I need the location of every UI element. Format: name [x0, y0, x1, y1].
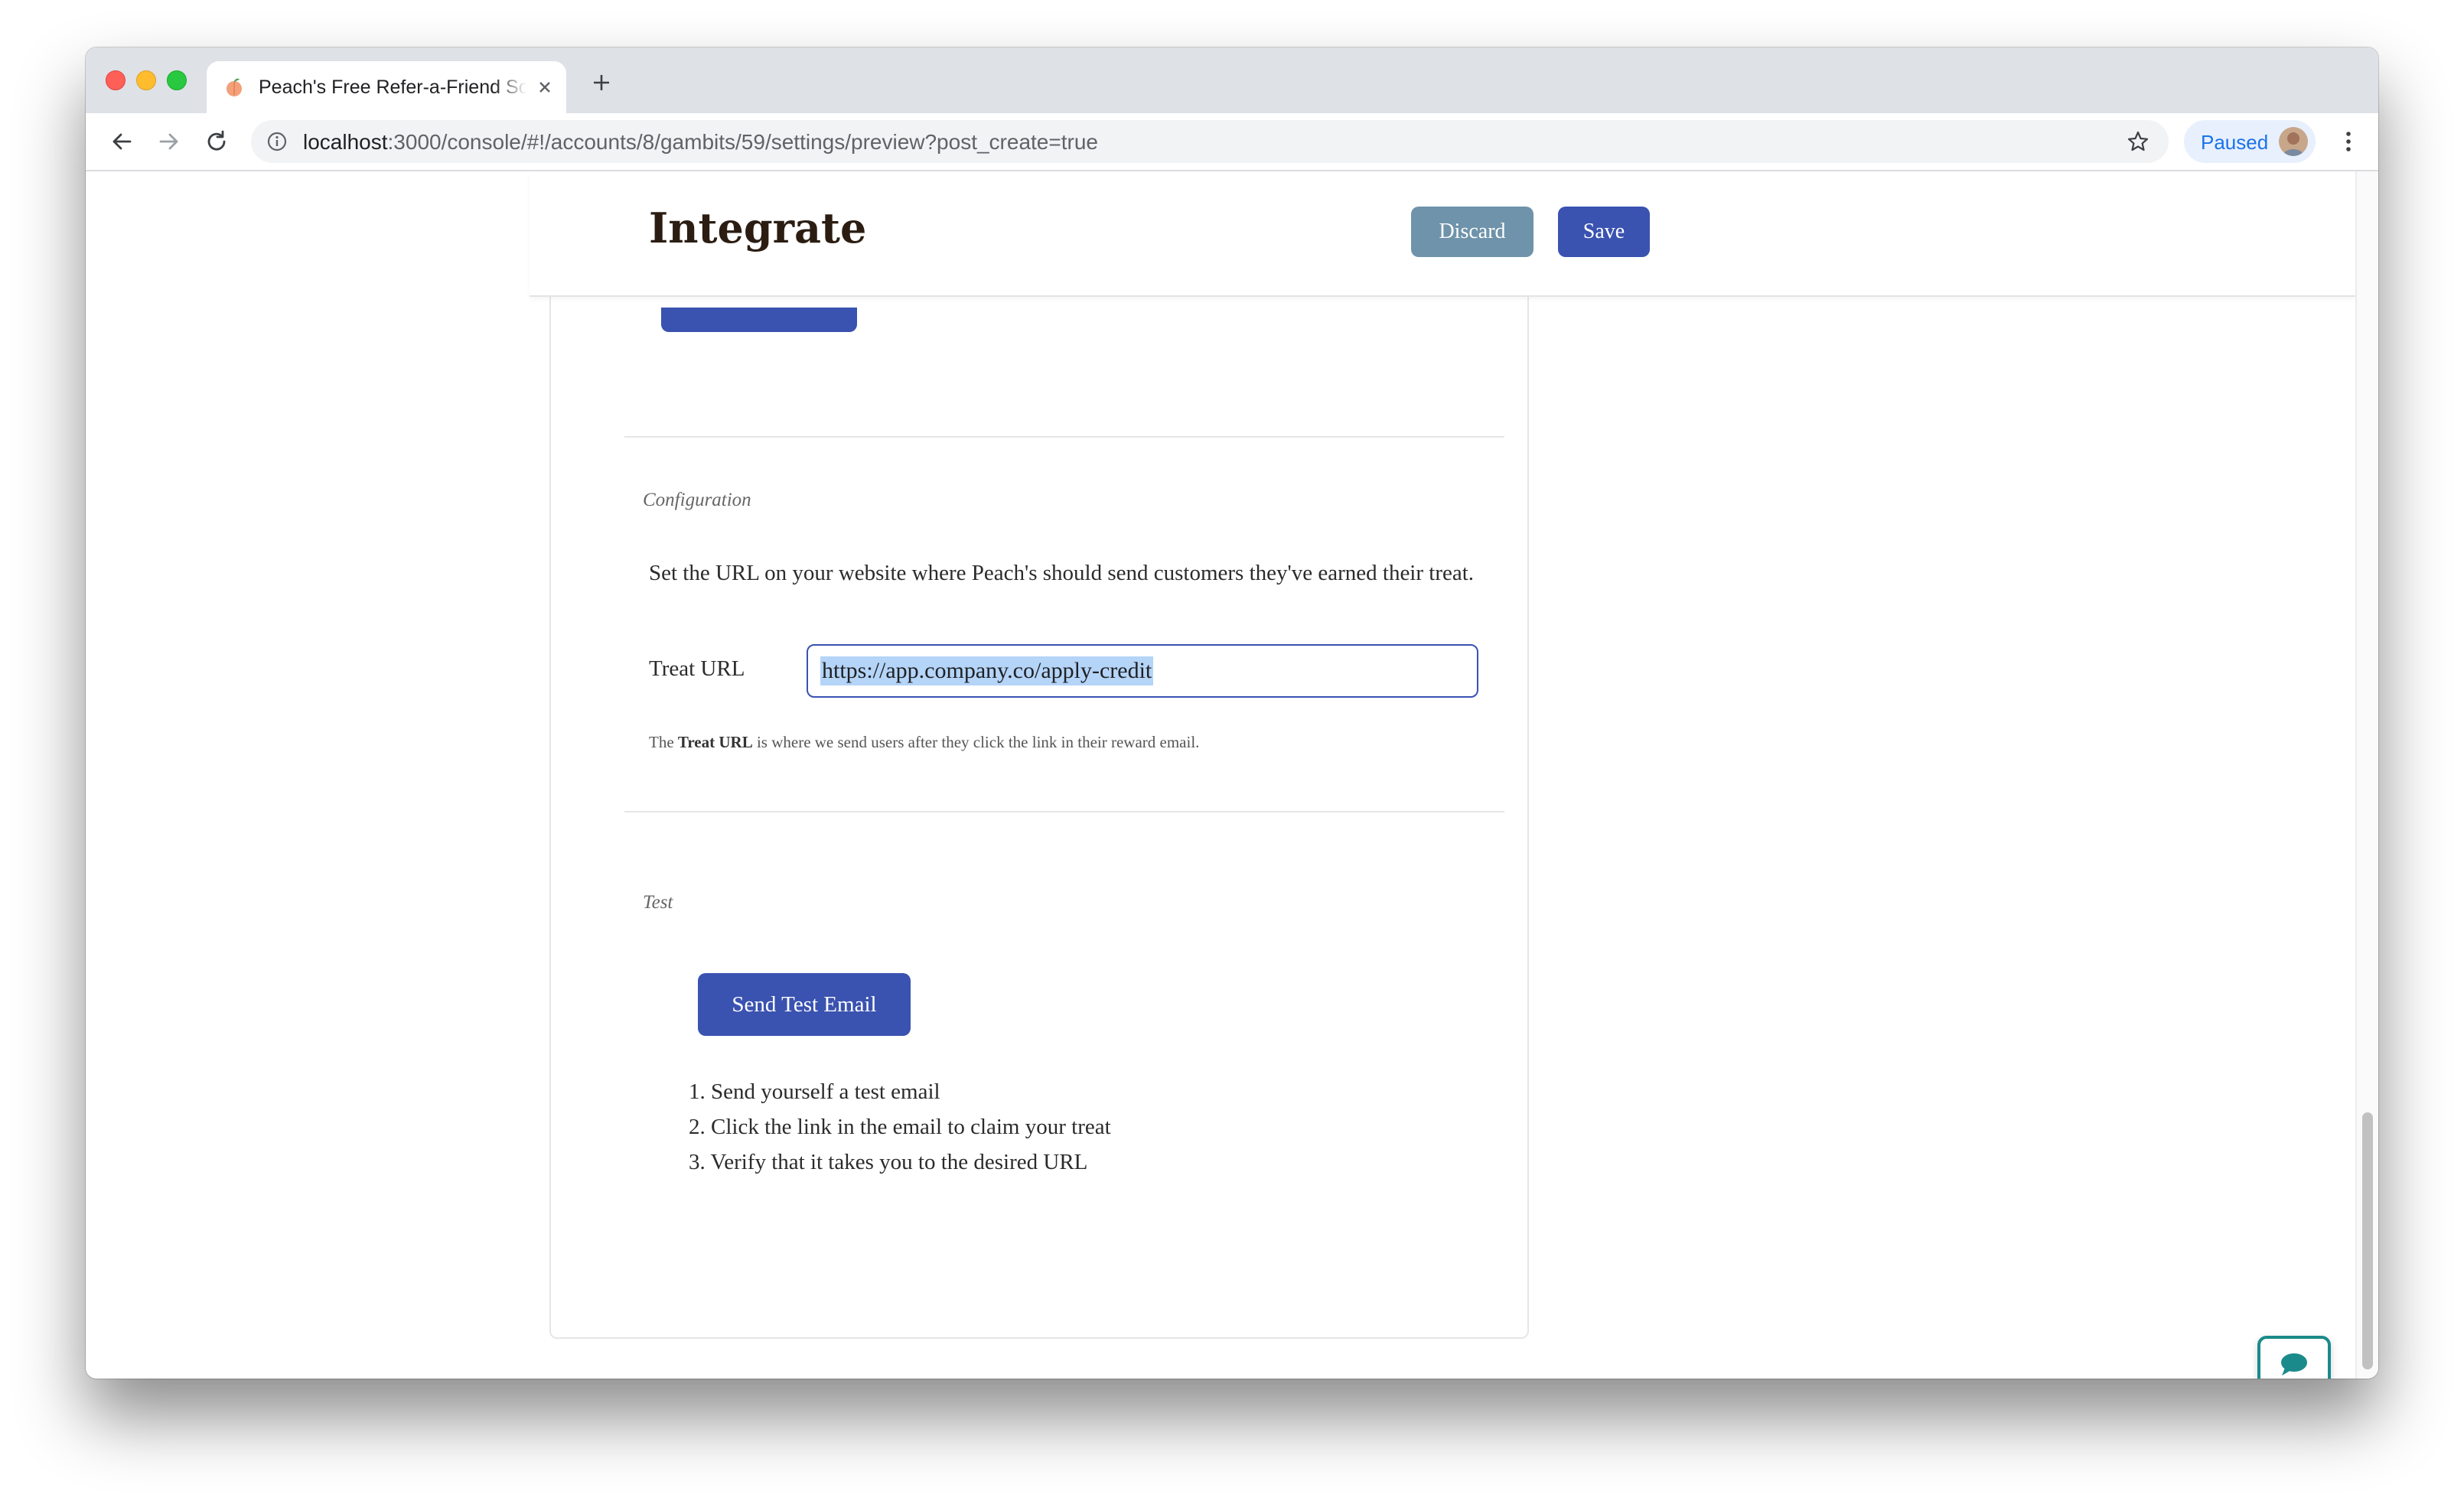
zoom-window-button[interactable] — [167, 70, 187, 90]
chat-bubble-icon — [2281, 1353, 2307, 1376]
treat-url-input[interactable]: https://app.company.co/apply-credit — [807, 644, 1478, 698]
close-window-button[interactable] — [106, 70, 125, 90]
page-viewport: Configuration Set the URL on your websit… — [86, 171, 2378, 1379]
list-item: 1. Send yourself a test email — [689, 1079, 940, 1104]
plus-icon[interactable] — [589, 70, 614, 95]
scrolled-button[interactable] — [661, 308, 857, 332]
url-text[interactable]: localhost:3000/console/#!/accounts/8/gam… — [303, 130, 1098, 155]
treat-url-label: Treat URL — [649, 656, 745, 681]
address-bar[interactable]: localhost:3000/console/#!/accounts/8/gam… — [251, 120, 2169, 163]
back-arrow-icon[interactable] — [107, 127, 136, 156]
page-header: Integrate Discard Save — [530, 171, 2355, 297]
star-icon[interactable] — [2126, 129, 2150, 154]
profile-button[interactable]: Paused — [2184, 120, 2316, 163]
treat-url-value[interactable]: https://app.company.co/apply-credit — [820, 656, 1154, 685]
send-test-email-button[interactable]: Send Test Email — [698, 973, 911, 1036]
browser-toolbar: localhost:3000/console/#!/accounts/8/gam… — [86, 113, 2378, 171]
scrollbar-thumb[interactable] — [2362, 1112, 2373, 1369]
browser-tab[interactable]: Peach's Free Refer-a-Friend Software — [207, 61, 566, 113]
save-button[interactable]: Save — [1558, 207, 1650, 257]
tab-strip: Peach's Free Refer-a-Friend Software — [86, 47, 2378, 113]
page-title: Integrate — [649, 203, 867, 252]
chat-button[interactable] — [2257, 1336, 2331, 1379]
avatar — [2279, 127, 2308, 156]
peach-icon — [227, 78, 242, 96]
reload-icon[interactable] — [202, 127, 231, 156]
section-divider — [624, 811, 1504, 812]
list-item: 2. Click the link in the email to claim … — [689, 1115, 1111, 1139]
tab-title: Peach's Free Refer-a-Friend Software — [259, 77, 526, 98]
info-icon[interactable] — [266, 131, 288, 152]
forward-arrow-icon[interactable] — [155, 127, 184, 156]
menu-dots-icon[interactable] — [2334, 127, 2363, 156]
minimize-window-button[interactable] — [136, 70, 156, 90]
discard-button[interactable]: Discard — [1411, 207, 1533, 257]
close-icon[interactable] — [536, 78, 554, 96]
test-steps-list: 1. Send yourself a test email 2. Click t… — [689, 1074, 1111, 1180]
browser-window: Peach's Free Refer-a-Friend Software — [86, 47, 2378, 1379]
profile-status: Paused — [2201, 131, 2269, 154]
test-label: Test — [643, 892, 673, 913]
list-item: 3. Verify that it takes you to the desir… — [689, 1150, 1088, 1174]
configuration-description: Set the URL on your website where Peach'… — [649, 561, 1475, 585]
treat-url-help: The Treat URL is where we send users aft… — [649, 733, 1200, 751]
section-divider — [624, 436, 1504, 438]
configuration-label: Configuration — [643, 490, 751, 510]
